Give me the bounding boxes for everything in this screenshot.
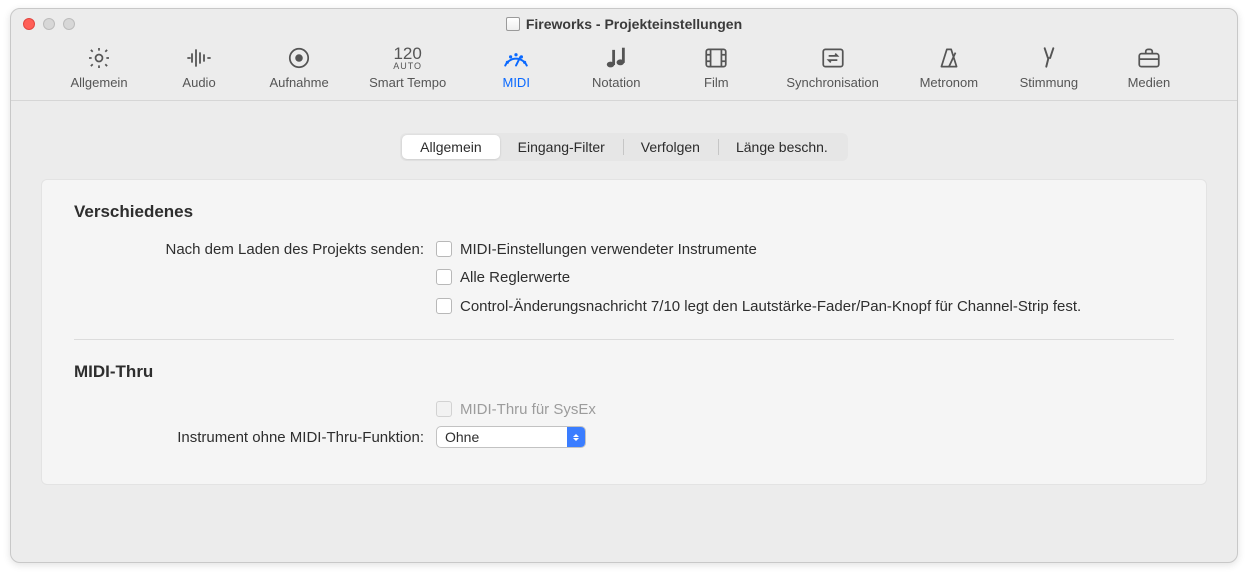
toolbar-tab-metronome[interactable]: Metronom [913,43,985,92]
section-misc-title: Verschiedenes [74,202,1174,222]
gear-icon [83,45,115,71]
subtab-verfolgen[interactable]: Verfolgen [623,135,718,159]
check-cc-7-10-volume-pan[interactable]: Control-Änderungsnachricht 7/10 legt den… [436,297,1174,317]
titlebar: Fireworks - Projekteinstellungen [11,9,1237,39]
toolbar-label: Audio [182,75,215,90]
toolbar-label: Stimmung [1020,75,1079,90]
midi-subtabs: Allgemein Eingang-Filter Verfolgen Länge… [400,133,848,161]
content-area: Allgemein Eingang-Filter Verfolgen Länge… [11,101,1237,562]
toolbar-label: MIDI [502,75,529,90]
settings-toolbar: Allgemein Audio Aufnahme 120 AUTO [11,39,1237,101]
settings-window: Fireworks - Projekteinstellungen Allgeme… [10,8,1238,563]
toolbar-tab-film[interactable]: Film [680,43,752,92]
metronome-icon [933,45,965,71]
send-after-load-label: Nach dem Laden des Projekts senden: [74,240,424,258]
record-icon [283,45,315,71]
section-divider [74,339,1174,340]
tuningfork-icon [1033,45,1065,71]
section-thru-title: MIDI-Thru [74,362,1174,382]
check-midi-thru-sysex: MIDI-Thru für SysEx [436,400,1174,420]
toolbar-label: Metronom [920,75,979,90]
briefcase-icon [1133,45,1165,71]
tempo-auto: AUTO [393,62,422,71]
toolbar-tab-tuning[interactable]: Stimmung [1013,43,1085,92]
toolbar-tab-notation[interactable]: Notation [580,43,652,92]
checkbox-icon [436,298,452,314]
toolbar-label: Synchronisation [786,75,879,90]
window-title: Fireworks - Projekteinstellungen [11,16,1237,32]
toolbar-label: Notation [592,75,640,90]
waveform-icon [183,45,215,71]
window-title-text: Fireworks - Projekteinstellungen [526,16,742,32]
toolbar-tab-audio[interactable]: Audio [163,43,235,92]
thru-instrument-label: Instrument ohne MIDI-Thru-Funktion: [74,428,424,446]
toolbar-label: Medien [1128,75,1171,90]
toolbar-label: Allgemein [70,75,127,90]
tempo-value: 120 [393,45,421,62]
subtab-eingang-filter[interactable]: Eingang-Filter [500,135,623,159]
check-label: Alle Reglerwerte [460,268,570,288]
thru-sysex-row: MIDI-Thru für SysEx [74,400,1174,420]
checkbox-icon [436,241,452,257]
toolbar-tab-smarttempo[interactable]: 120 AUTO Smart Tempo [363,43,452,92]
notes-icon [600,45,632,71]
instrument-without-thru-select[interactable]: Ohne [436,426,586,448]
check-label: MIDI-Einstellungen verwendeter Instrumen… [460,240,757,260]
subtab-allgemein[interactable]: Allgemein [402,135,499,159]
checkbox-icon [436,401,452,417]
toolbar-tab-media[interactable]: Medien [1113,43,1185,92]
toolbar-tab-record[interactable]: Aufnahme [263,43,335,92]
check-midi-settings-used-instruments[interactable]: MIDI-Einstellungen verwendeter Instrumen… [436,240,1174,260]
check-label: Control-Änderungsnachricht 7/10 legt den… [460,297,1081,317]
sync-icon [817,45,849,71]
film-icon [700,45,732,71]
select-stepper-icon [567,427,585,447]
toolbar-tab-general[interactable]: Allgemein [63,43,135,92]
gauge-icon [500,45,532,71]
midi-allgemein-panel: Verschiedenes Nach dem Laden des Projekt… [41,179,1207,485]
toolbar-label: Aufnahme [269,75,328,90]
select-value: Ohne [445,429,479,445]
check-label: MIDI-Thru für SysEx [460,400,596,420]
toolbar-tab-sync[interactable]: Synchronisation [780,43,885,92]
toolbar-label: Smart Tempo [369,75,446,90]
document-proxy-icon[interactable] [506,17,520,31]
tempo-icon: 120 AUTO [392,45,424,71]
checkbox-icon [436,269,452,285]
send-after-load-row: Nach dem Laden des Projekts senden: MIDI… [74,240,1174,317]
toolbar-tab-midi[interactable]: MIDI [480,43,552,92]
thru-instrument-row: Instrument ohne MIDI-Thru-Funktion: Ohne [74,426,1174,448]
toolbar-label: Film [704,75,729,90]
check-all-controller-values[interactable]: Alle Reglerwerte [436,268,1174,288]
subtab-laenge-beschn[interactable]: Länge beschn. [718,135,846,159]
